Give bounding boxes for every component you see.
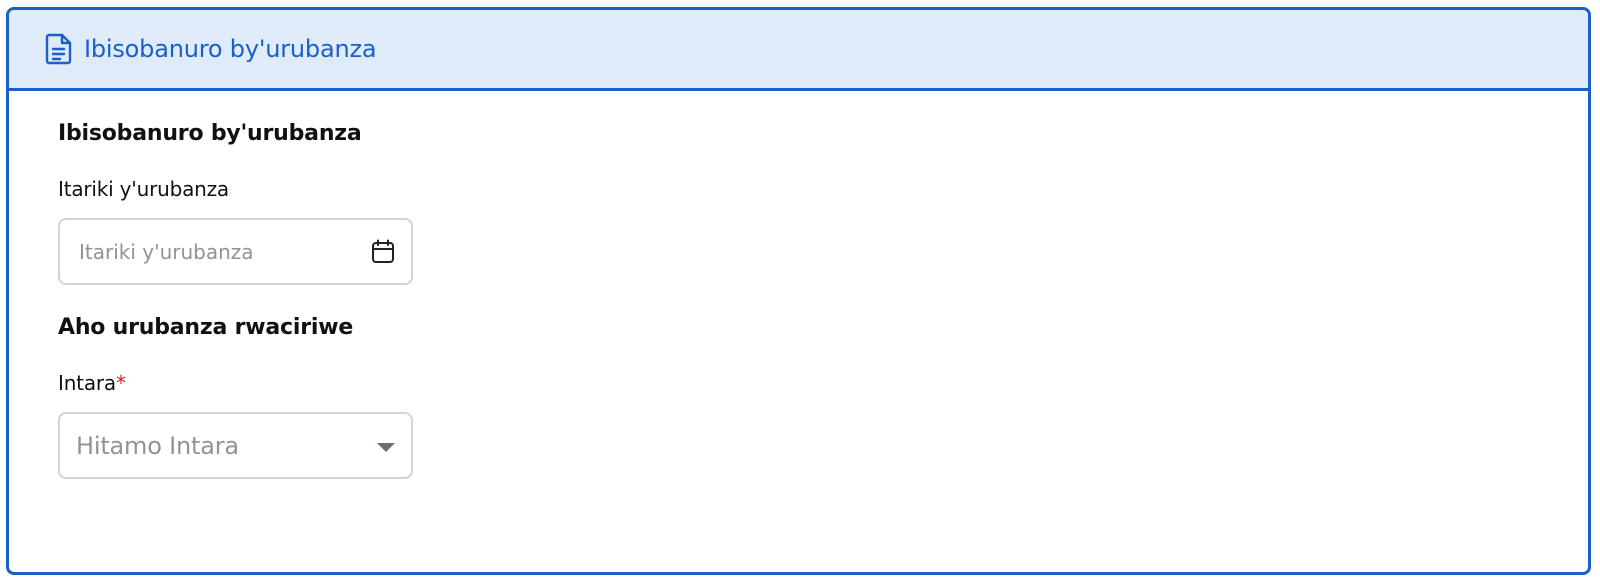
section-title-case-location: Aho urubanza rwaciriwe [58, 315, 354, 340]
calendar-icon[interactable] [371, 239, 395, 264]
case-date-input[interactable] [60, 238, 351, 265]
case-details-panel: Ibisobanuro by'urubanza Ibisobanuro by'u… [6, 7, 1591, 575]
province-select-value: Hitamo Intara [76, 431, 239, 460]
document-icon [45, 33, 73, 65]
case-date-field[interactable] [58, 218, 413, 285]
section-title-case-details: Ibisobanuro by'urubanza [58, 121, 362, 146]
chevron-down-icon[interactable] [377, 443, 395, 452]
province-select[interactable]: Hitamo Intara [58, 412, 413, 479]
case-date-label: Itariki y'urubanza [58, 177, 229, 201]
required-marker: * [115, 371, 126, 395]
panel-title: Ibisobanuro by'urubanza [84, 35, 377, 63]
province-label: Intara* [58, 371, 126, 395]
province-label-text: Intara [58, 371, 116, 395]
panel-header: Ibisobanuro by'urubanza [9, 10, 1588, 91]
